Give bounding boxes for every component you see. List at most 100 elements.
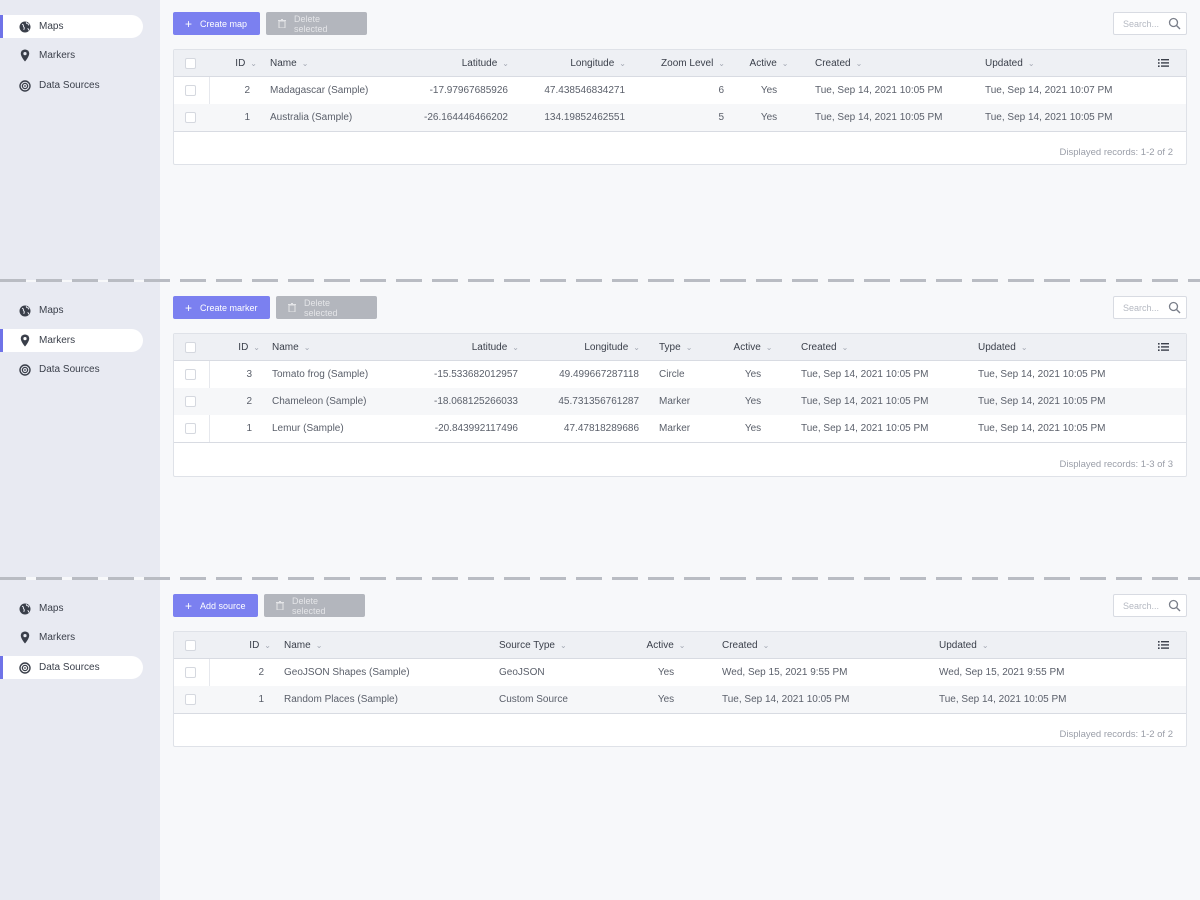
table-row[interactable]: 1 Australia (Sample) -26.164446466202 13… — [174, 104, 1186, 131]
create-marker-button[interactable]: + Create marker — [173, 296, 270, 319]
select-all-checkbox[interactable] — [185, 640, 196, 651]
sidebar-item-data-sources[interactable]: Data Sources — [0, 656, 143, 679]
sidebar-item-markers[interactable]: Markers — [0, 329, 143, 352]
cell-created: Tue, Sep 14, 2021 10:05 PM — [801, 423, 929, 434]
columns-menu-icon[interactable] — [1158, 342, 1169, 355]
table-row[interactable]: 2 Madagascar (Sample) -17.97967685926 47… — [174, 77, 1186, 104]
target-icon — [18, 79, 32, 93]
column-header-updated[interactable]: Updated ⌄ — [985, 50, 1035, 77]
column-header-created[interactable]: Created ⌄ — [801, 334, 848, 361]
sidebar-item-data-sources[interactable]: Data Sources — [0, 74, 143, 97]
plus-icon: + — [185, 16, 193, 31]
sidebar-item-data-sources[interactable]: Data Sources — [0, 358, 143, 381]
column-header-zoom-level[interactable]: Zoom Level ⌄ — [644, 50, 725, 77]
cell-id: 2 — [258, 667, 264, 678]
data-sources-panel: Maps Markers Data Sources + Add source D… — [0, 580, 1200, 900]
chevron-down-icon: ⌄ — [559, 641, 567, 650]
cell-active: Yes — [760, 85, 778, 96]
sidebar-item-maps[interactable]: Maps — [0, 299, 143, 322]
column-header-longitude[interactable]: Longitude ⌄ — [534, 50, 626, 77]
cell-id: 1 — [246, 423, 252, 434]
cell-active: Yes — [760, 112, 778, 123]
sidebar-item-maps[interactable]: Maps — [0, 597, 143, 620]
table-row[interactable]: 3 Tomato frog (Sample) -15.533682012957 … — [174, 361, 1186, 388]
row-checkbox[interactable] — [185, 85, 196, 96]
sidebar-item-markers[interactable]: Markers — [0, 44, 143, 67]
table-header: ID ⌄ Name ⌄ Latitude ⌄ Longitude ⌄ Zoom Leve… — [174, 50, 1186, 77]
cell-name: Australia (Sample) — [270, 112, 353, 123]
markers-content: + Create marker Delete selected Search..… — [173, 296, 1187, 496]
search-input[interactable]: Search... — [1113, 12, 1187, 35]
row-checkbox[interactable] — [185, 369, 196, 380]
select-all-checkbox[interactable] — [185, 342, 196, 353]
chevron-down-icon: ⌄ — [253, 343, 260, 352]
table-row[interactable]: 2 Chameleon (Sample) -18.068125266033 45… — [174, 388, 1186, 415]
delete-selected-button[interactable]: Delete selected — [266, 12, 367, 35]
row-checkbox[interactable] — [185, 423, 196, 434]
columns-menu-icon[interactable] — [1158, 58, 1169, 71]
row-checkbox[interactable] — [185, 112, 196, 123]
column-header-name[interactable]: Name ⌄ — [284, 632, 322, 659]
column-header-longitude[interactable]: Longitude ⌄ — [544, 334, 640, 361]
column-header-active[interactable]: Active ⌄ — [639, 632, 693, 659]
delete-selected-button[interactable]: Delete selected — [276, 296, 377, 319]
chevron-down-icon: ⌄ — [765, 343, 773, 352]
maps-table: ID ⌄ Name ⌄ Latitude ⌄ Longitude ⌄ Zoom Leve… — [173, 49, 1187, 165]
add-source-button[interactable]: + Add source — [173, 594, 258, 617]
sidebar-item-label: Maps — [39, 21, 64, 32]
chevron-down-icon: ⌄ — [502, 59, 509, 68]
map-pin-icon — [18, 631, 32, 645]
cell-id: 3 — [246, 369, 252, 380]
column-header-active[interactable]: Active ⌄ — [741, 50, 797, 77]
sidebar-item-label: Data Sources — [39, 662, 100, 673]
row-checkbox[interactable] — [185, 396, 196, 407]
map-pin-icon — [18, 49, 32, 63]
column-header-name[interactable]: Name ⌄ — [272, 334, 310, 361]
table-row[interactable]: 1 Lemur (Sample) -20.843992117496 47.478… — [174, 415, 1186, 442]
chevron-down-icon: ⌄ — [1027, 59, 1035, 68]
search-icon — [1168, 17, 1181, 32]
create-map-button[interactable]: + Create map — [173, 12, 260, 35]
table-row[interactable]: 2 GeoJSON Shapes (Sample) GeoJSON Yes We… — [174, 659, 1186, 686]
table-header: ID ⌄ Name ⌄ Latitude ⌄ Longitude ⌄ Type ⌄ Act… — [174, 334, 1186, 361]
cell-created: Tue, Sep 14, 2021 10:05 PM — [815, 112, 943, 123]
table-row[interactable]: 1 Random Places (Sample) Custom Source Y… — [174, 686, 1186, 713]
column-header-name[interactable]: Name ⌄ — [270, 50, 308, 77]
cell-updated: Tue, Sep 14, 2021 10:05 PM — [978, 423, 1106, 434]
cell-longitude: 47.47818289686 — [563, 423, 639, 434]
column-header-latitude[interactable]: Latitude ⌄ — [434, 334, 519, 361]
cell-name: Lemur (Sample) — [272, 423, 344, 434]
column-header-id[interactable]: ID ⌄ — [229, 632, 271, 659]
chevron-down-icon: ⌄ — [250, 59, 257, 68]
column-header-updated[interactable]: Updated ⌄ — [978, 334, 1028, 361]
search-input[interactable]: Search... — [1113, 296, 1187, 319]
column-header-updated[interactable]: Updated ⌄ — [939, 632, 989, 659]
row-checkbox[interactable] — [185, 694, 196, 705]
column-header-active[interactable]: Active ⌄ — [727, 334, 779, 361]
column-header-latitude[interactable]: Latitude ⌄ — [424, 50, 509, 77]
sidebar-item-maps[interactable]: Maps — [0, 15, 143, 38]
chevron-down-icon: ⌄ — [301, 59, 309, 68]
column-header-type[interactable]: Type ⌄ — [659, 334, 692, 361]
markers-panel: Maps Markers Data Sources + Create marke… — [0, 282, 1200, 577]
columns-menu-icon[interactable] — [1158, 640, 1169, 653]
records-count: Displayed records: 1-3 of 3 — [1059, 459, 1173, 470]
search-input[interactable]: Search... — [1113, 594, 1187, 617]
cell-active: Yes — [744, 396, 762, 407]
row-checkbox[interactable] — [185, 667, 196, 678]
select-all-checkbox[interactable] — [185, 58, 196, 69]
column-header-id[interactable]: ID ⌄ — [219, 50, 257, 77]
cell-type: Circle — [659, 369, 685, 380]
sidebar-item-label: Data Sources — [39, 364, 100, 375]
column-header-id[interactable]: ID ⌄ — [219, 334, 260, 361]
trash-icon — [276, 600, 284, 612]
delete-selected-button[interactable]: Delete selected — [264, 594, 365, 617]
sidebar: Maps Markers Data Sources — [0, 580, 160, 900]
chevron-down-icon: ⌄ — [512, 343, 519, 352]
column-header-source-type[interactable]: Source Type ⌄ — [499, 632, 567, 659]
sidebar: Maps Markers Data Sources — [0, 0, 160, 280]
sidebar-item-markers[interactable]: Markers — [0, 626, 143, 649]
cell-source-type: Custom Source — [499, 694, 568, 705]
column-header-created[interactable]: Created ⌄ — [815, 50, 862, 77]
column-header-created[interactable]: Created ⌄ — [722, 632, 769, 659]
